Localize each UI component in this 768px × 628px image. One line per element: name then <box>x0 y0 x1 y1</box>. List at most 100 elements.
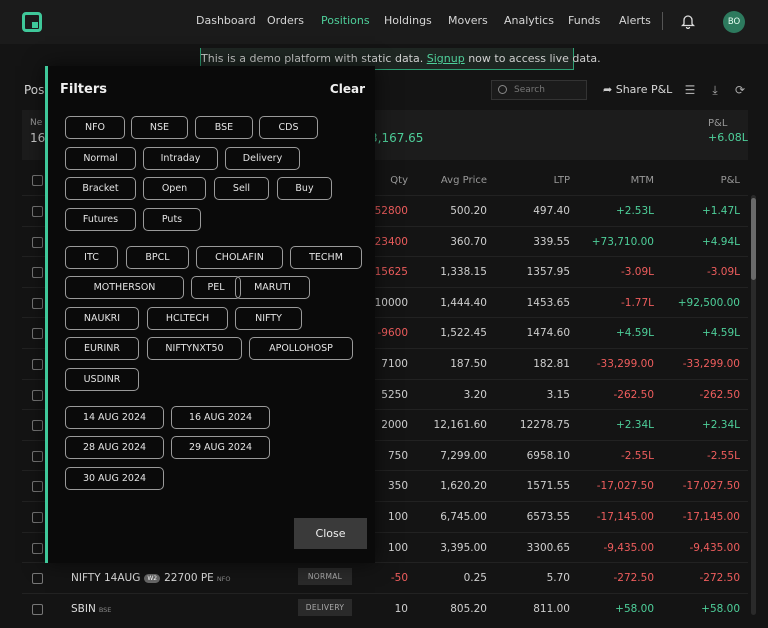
row-checkbox[interactable] <box>32 328 43 340</box>
refresh-icon[interactable]: ⟳ <box>733 83 747 97</box>
filter-chip-puts[interactable]: Puts <box>143 208 201 231</box>
cell-pnl: +2.34L <box>701 419 740 432</box>
col-ltp[interactable]: LTP <box>554 175 570 186</box>
filter-chip-16-aug-2024[interactable]: 16 AUG 2024 <box>171 406 270 429</box>
filter-chip-futures[interactable]: Futures <box>65 208 136 231</box>
exchange-label: BSE <box>98 605 112 614</box>
filter-chip-30-aug-2024[interactable]: 30 AUG 2024 <box>65 467 164 490</box>
nav-movers[interactable]: Movers <box>448 14 488 27</box>
share-icon: ➦ <box>603 83 613 96</box>
row-symbol: SBIN BSE <box>71 603 111 615</box>
filter-chip-bse[interactable]: BSE <box>195 116 253 139</box>
filter-chip-sell[interactable]: Sell <box>214 177 269 200</box>
filter-chip-bracket[interactable]: Bracket <box>65 177 136 200</box>
cell-avg-price: 0.25 <box>463 572 487 585</box>
filter-chip-techm[interactable]: TECHM <box>290 246 362 269</box>
filter-chip-nifty[interactable]: NIFTY <box>235 307 302 330</box>
filter-chip-usdinr[interactable]: USDINR <box>65 368 139 391</box>
app-logo-icon[interactable] <box>22 12 42 32</box>
nav-alerts[interactable]: Alerts <box>619 14 651 27</box>
filter-chip-14-aug-2024[interactable]: 14 AUG 2024 <box>65 406 164 429</box>
share-pnl-button[interactable]: ➦ Share P&L <box>603 83 672 96</box>
filter-chip-delivery[interactable]: Delivery <box>225 147 300 170</box>
bell-icon[interactable] <box>681 13 695 29</box>
col-mtm[interactable]: MTM <box>631 175 654 186</box>
download-icon[interactable]: ⤓ <box>708 83 722 97</box>
nav-orders[interactable]: Orders <box>267 14 304 27</box>
filter-chip-naukri[interactable]: NAUKRI <box>65 307 139 330</box>
filter-chip-eurinr[interactable]: EURINR <box>65 337 139 360</box>
filter-chip-pel[interactable]: PEL <box>191 276 241 299</box>
symbol-text: SBIN <box>71 602 96 615</box>
row-checkbox[interactable] <box>32 481 43 493</box>
cell-ltp: 3300.65 <box>526 541 570 554</box>
row-checkbox[interactable] <box>32 206 43 217</box>
row-checkbox[interactable] <box>32 512 43 523</box>
filter-chip-maruti[interactable]: MARUTI <box>235 276 310 299</box>
scrollbar-thumb[interactable] <box>751 198 756 280</box>
nav-divider <box>662 12 663 30</box>
filter-chip-buy[interactable]: Buy <box>277 177 332 200</box>
row-checkbox[interactable] <box>32 573 43 585</box>
filter-chip-apollohosp[interactable]: APOLLOHOSP <box>249 337 353 360</box>
nav-dashboard[interactable]: Dashboard <box>196 14 256 27</box>
cell-mtm: +2.34L <box>615 419 654 432</box>
cell-pnl: -33,299.00 <box>682 358 740 370</box>
cell-qty: 100 <box>387 511 408 523</box>
cell-qty: 100 <box>387 541 408 554</box>
cell-qty: -23400 <box>370 235 408 248</box>
row-checkbox[interactable] <box>32 359 43 370</box>
table-row[interactable]: SBIN BSE DELIVERY 10 805.20 811.00 +58.00 +58.0… <box>22 592 748 623</box>
cell-pnl: +1.47L <box>701 205 740 217</box>
banner-text: This is a demo platform with static data… <box>201 52 424 65</box>
cell-mtm: -2.55L <box>620 449 654 462</box>
row-checkbox[interactable] <box>32 236 43 248</box>
filter-chip-motherson[interactable]: MOTHERSON <box>65 276 184 299</box>
row-checkbox[interactable] <box>32 542 43 554</box>
select-all-checkbox[interactable] <box>32 175 43 186</box>
col-pnl[interactable]: P&L <box>721 175 740 186</box>
filter-chip-cds[interactable]: CDS <box>259 116 318 139</box>
row-checkbox[interactable] <box>32 450 43 462</box>
filter-chip-itc[interactable]: ITC <box>65 246 118 269</box>
filter-chip-hcltech[interactable]: HCLTECH <box>147 307 228 330</box>
cell-pnl: -2.55L <box>706 449 740 462</box>
cell-pnl: +92,500.00 <box>677 296 740 309</box>
filter-chip-nfo[interactable]: NFO <box>65 116 125 139</box>
avatar[interactable]: BO <box>723 11 745 33</box>
nav-holdings[interactable]: Holdings <box>384 14 432 27</box>
row-checkbox[interactable] <box>32 420 43 432</box>
cell-avg-price: 500.20 <box>450 205 487 217</box>
filter-chip-intraday[interactable]: Intraday <box>143 147 218 170</box>
settings-sliders-icon[interactable]: ☰ <box>683 83 697 97</box>
cell-ltp: 6958.10 <box>526 449 570 462</box>
cell-qty: -52800 <box>370 205 408 217</box>
cell-avg-price: 360.70 <box>450 235 487 248</box>
table-row[interactable]: NIFTY 14AUG W2 22700 PE NFO NORMAL -50 0.25 5.7… <box>22 562 748 592</box>
filter-chip-28-aug-2024[interactable]: 28 AUG 2024 <box>65 436 164 459</box>
row-checkbox[interactable] <box>32 267 43 279</box>
product-badge: NORMAL <box>298 568 352 586</box>
filter-chip-niftynxt50[interactable]: NIFTYNXT50 <box>147 337 242 360</box>
nav-funds[interactable]: Funds <box>568 14 600 27</box>
product-badge: DELIVERY <box>298 598 352 616</box>
filter-chip-29-aug-2024[interactable]: 29 AUG 2024 <box>171 436 270 459</box>
search-icon <box>498 85 507 94</box>
filter-chip-bpcl[interactable]: BPCL <box>126 246 189 269</box>
summary-pnl-label: P&L <box>708 118 728 129</box>
filter-chip-normal[interactable]: Normal <box>65 147 136 170</box>
filter-chip-nse[interactable]: NSE <box>131 116 188 139</box>
row-checkbox[interactable] <box>32 603 43 615</box>
filter-chip-open[interactable]: Open <box>143 177 206 200</box>
close-button[interactable]: Close <box>294 518 367 549</box>
col-avg-price[interactable]: Avg Price <box>441 175 487 186</box>
col-qty[interactable]: Qty <box>390 175 408 186</box>
signup-link[interactable]: Signup <box>427 52 465 65</box>
row-checkbox[interactable] <box>32 389 43 401</box>
filter-chip-cholafin[interactable]: CHOLAFIN <box>196 246 283 269</box>
nav-positions[interactable]: Positions <box>321 14 370 27</box>
nav-analytics[interactable]: Analytics <box>504 14 554 27</box>
search-input[interactable]: Search <box>491 80 587 100</box>
row-checkbox[interactable] <box>32 297 43 309</box>
clear-filters-button[interactable]: Clear <box>330 82 365 96</box>
